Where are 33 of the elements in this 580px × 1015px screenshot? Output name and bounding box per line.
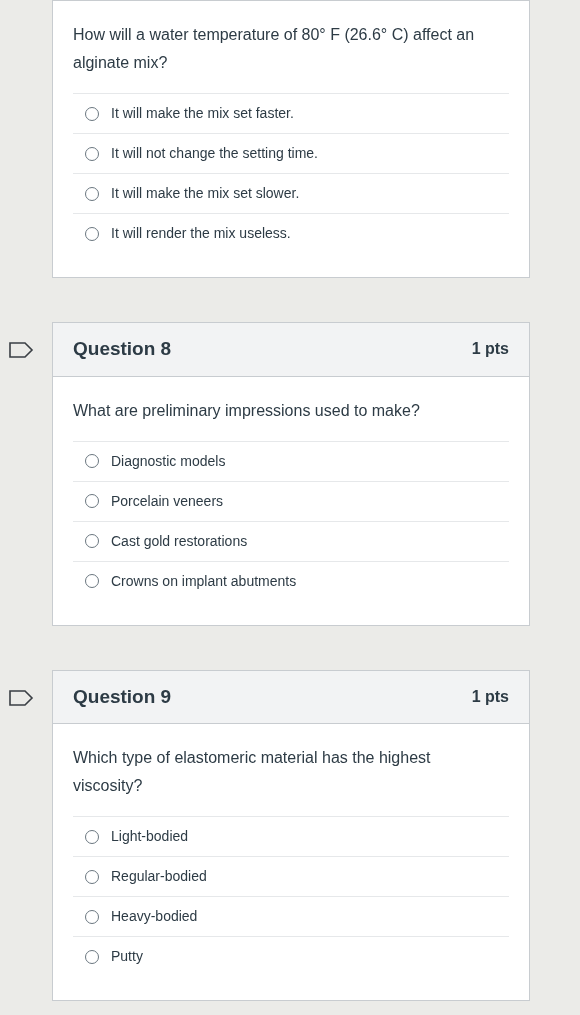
radio-button[interactable] (85, 226, 99, 241)
flag-icon[interactable] (8, 342, 34, 358)
radio-button[interactable] (85, 146, 99, 161)
radio-button[interactable] (85, 186, 99, 201)
answer-option[interactable]: Regular-bodied (73, 856, 509, 896)
points-label: 1 pts (471, 686, 509, 707)
question-prompt: How will a water temperature of 80° F (26.6° C) affect an alginate mix? (73, 25, 476, 73)
answer-option[interactable]: Light-bodied (73, 816, 509, 856)
answer-option[interactable]: Cast gold restorations (73, 520, 509, 561)
radio-button[interactable] (85, 534, 99, 548)
radio-button[interactable] (85, 454, 99, 468)
answer-option[interactable]: Putty (73, 936, 509, 976)
flag-icon[interactable] (8, 689, 34, 706)
question-title: Question 9 (73, 684, 172, 709)
answer-option[interactable]: It will make the mix set slower. (73, 173, 509, 213)
radio-button[interactable] (85, 106, 99, 121)
question-prompt: What are preliminary impressions used to make? (73, 400, 421, 421)
radio-button[interactable] (85, 869, 99, 884)
answer-option[interactable]: It will render the mix useless. (73, 213, 509, 253)
answer-option[interactable]: It will not change the setting time. (73, 133, 509, 173)
answer-option[interactable]: Diagnostic models (73, 440, 509, 481)
radio-button[interactable] (85, 909, 99, 924)
answer-option[interactable]: Crowns on implant abutments (73, 560, 509, 601)
radio-button[interactable] (85, 829, 99, 844)
radio-button[interactable] (85, 574, 99, 588)
points-label: 1 pts (471, 339, 509, 360)
radio-button[interactable] (85, 949, 99, 964)
question-title: Question 8 (73, 337, 172, 361)
radio-button[interactable] (85, 494, 99, 508)
answer-option[interactable]: Porcelain veneers (73, 480, 509, 521)
answer-option[interactable]: It will make the mix set faster. (73, 93, 509, 133)
answer-option[interactable]: Heavy-bodied (73, 896, 509, 936)
question-prompt: Which type of elastomeric material has the highest viscosity? (73, 748, 432, 796)
